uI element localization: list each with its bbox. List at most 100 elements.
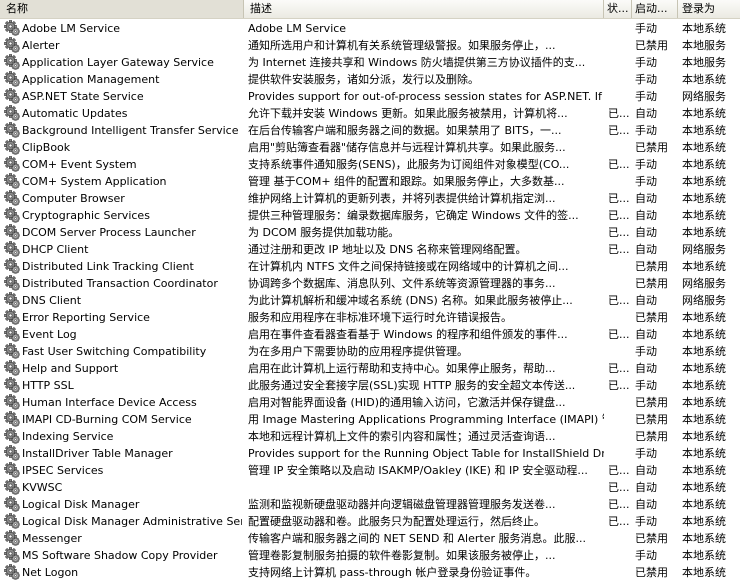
service-startup-type: 自动 — [635, 481, 657, 494]
service-row[interactable]: Messenger 传输客户端和服务器之间的 NET SEND 和 Alerte… — [0, 530, 740, 547]
service-row[interactable]: DNS Client 为此计算机解析和缓冲域名系统 (DNS) 名称。如果此服务… — [0, 292, 740, 309]
service-name-cell: InstallDriver Table Manager — [4, 445, 242, 462]
service-logon-as: 本地系统 — [682, 430, 726, 443]
service-row[interactable]: IMAPI CD-Burning COM Service 用 Image Mas… — [0, 411, 740, 428]
service-row[interactable]: Indexing Service 本地和远程计算机上文件的索引内容和属性；通过灵… — [0, 428, 740, 445]
service-startup-type: 手动 — [635, 56, 657, 69]
service-row[interactable]: COM+ Event System 支持系统事件通知服务(SENS)，此服务为订… — [0, 156, 740, 173]
gear-icon — [4, 530, 20, 546]
service-status: 已... — [608, 464, 630, 477]
gear-icon — [4, 411, 20, 427]
service-name: Logical Disk Manager — [22, 498, 140, 511]
service-row[interactable]: InstallDriver Table Manager Provides sup… — [0, 445, 740, 462]
service-row[interactable]: Computer Browser 维护网络上计算机的更新列表，并将列表提供给计算… — [0, 190, 740, 207]
service-row[interactable]: Logical Disk Manager Administrative Serv… — [0, 513, 740, 530]
gear-icon — [4, 479, 20, 495]
service-row[interactable]: Distributed Link Tracking Client 在计算机内 N… — [0, 258, 740, 275]
service-name-cell: COM+ System Application — [4, 173, 242, 190]
column-header-logon[interactable]: 登录为 — [678, 0, 740, 18]
service-row[interactable]: DHCP Client 通过注册和更改 IP 地址以及 DNS 名称来管理网络配… — [0, 241, 740, 258]
service-logon-as: 本地系统 — [682, 73, 726, 86]
service-name: COM+ System Application — [22, 175, 167, 188]
service-logon-as: 本地系统 — [682, 124, 726, 137]
service-name: Automatic Updates — [22, 107, 128, 120]
service-row[interactable]: HTTP SSL 此服务通过安全套接字层(SSL)实现 HTTP 服务的安全超文… — [0, 377, 740, 394]
service-description: 为此计算机解析和缓冲域名系统 (DNS) 名称。如果此服务被停止... — [248, 294, 573, 307]
service-startup-type: 已禁用 — [635, 532, 668, 545]
gear-icon — [4, 190, 20, 206]
gear-icon — [4, 462, 20, 478]
service-row[interactable]: Adobe LM Service Adobe LM Service 手动 本地系… — [0, 20, 740, 37]
service-logon-as: 本地系统 — [682, 549, 726, 562]
service-row[interactable]: Net Logon 支持网络上计算机 pass-through 帐户登录身份验证… — [0, 564, 740, 581]
gear-icon — [4, 88, 20, 104]
service-row[interactable]: DCOM Server Process Launcher 为 DCOM 服务提供… — [0, 224, 740, 241]
gear-icon — [4, 377, 20, 393]
service-row[interactable]: ClipBook 启用"剪贴簿查看器"储存信息并与远程计算机共享。如果此服务..… — [0, 139, 740, 156]
service-row[interactable]: Logical Disk Manager 监测和监视新硬盘驱动器并向逻辑磁盘管理… — [0, 496, 740, 513]
service-name-cell: Logical Disk Manager — [4, 496, 242, 513]
service-logon-as: 本地系统 — [682, 481, 726, 494]
service-description: Adobe LM Service — [248, 22, 347, 35]
service-description: 允许下载并安装 Windows 更新。如果此服务被禁用，计算机将... — [248, 107, 568, 120]
service-logon-as: 本地服务 — [682, 39, 726, 52]
service-row[interactable]: Automatic Updates 允许下载并安装 Windows 更新。如果此… — [0, 105, 740, 122]
service-row[interactable]: COM+ System Application 管理 基于COM+ 组件的配置和… — [0, 173, 740, 190]
service-row[interactable]: Cryptographic Services 提供三种管理服务：编录数据库服务，… — [0, 207, 740, 224]
service-row[interactable]: MS Software Shadow Copy Provider 管理卷影复制服… — [0, 547, 740, 564]
service-startup-type: 自动 — [635, 362, 657, 375]
service-name-cell: Messenger — [4, 530, 242, 547]
gear-icon — [4, 275, 20, 291]
service-row[interactable]: Human Interface Device Access 启用对智能界面设备 … — [0, 394, 740, 411]
gear-icon — [4, 309, 20, 325]
gear-icon — [4, 71, 20, 87]
service-logon-as: 本地系统 — [682, 498, 726, 511]
service-startup-type: 自动 — [635, 294, 657, 307]
service-row[interactable]: Alerter 通知所选用户和计算机有关系统管理级警报。如果服务停止，... 已… — [0, 37, 740, 54]
services-list-view[interactable]: 名称 描述 状... 启动... 登录为 Adobe LM Service Ad… — [0, 0, 740, 581]
service-description: 支持系统事件通知服务(SENS)，此服务为订阅组件对象模型(CO... — [248, 158, 570, 171]
service-description: 监测和监视新硬盘驱动器并向逻辑磁盘管理器管理服务发送卷... — [248, 498, 556, 511]
service-name-cell: KVWSC — [4, 479, 242, 496]
service-description: 通知所选用户和计算机有关系统管理级警报。如果服务停止，... — [248, 39, 556, 52]
service-row[interactable]: Event Log 启用在事件查看器查看基于 Windows 的程序和组件颁发的… — [0, 326, 740, 343]
service-name-cell: IMAPI CD-Burning COM Service — [4, 411, 242, 428]
service-startup-type: 自动 — [635, 243, 657, 256]
service-row[interactable]: KVWSC 已... 自动 本地系统 — [0, 479, 740, 496]
column-header-description[interactable]: 描述 — [244, 0, 604, 18]
service-row[interactable]: Distributed Transaction Coordinator 协调跨多… — [0, 275, 740, 292]
service-status — [608, 275, 632, 292]
service-row[interactable]: Application Management 提供软件安装服务，诸如分派，发行以… — [0, 71, 740, 88]
column-header-status[interactable]: 状... — [604, 0, 632, 18]
column-header-startup[interactable]: 启动... — [632, 0, 678, 18]
service-row[interactable]: Application Layer Gateway Service 为 Inte… — [0, 54, 740, 71]
service-name-cell: DHCP Client — [4, 241, 242, 258]
service-description: 传输客户端和服务器之间的 NET SEND 和 Alerter 服务消息。此服.… — [248, 532, 586, 545]
service-status — [608, 411, 632, 428]
service-description: 本地和远程计算机上文件的索引内容和属性；通过灵活查询语... — [248, 430, 556, 443]
service-description: 启用在事件查看器查看基于 Windows 的程序和组件颁发的事件... — [248, 328, 568, 341]
service-row[interactable]: Help and Support 启用在此计算机上运行帮助和支持中心。如果停止服… — [0, 360, 740, 377]
service-name-cell: IPSEC Services — [4, 462, 242, 479]
service-description: 用 Image Mastering Applications Programmi… — [248, 413, 604, 426]
gear-icon — [4, 258, 20, 274]
service-name: Distributed Link Tracking Client — [22, 260, 194, 273]
service-startup-type: 已禁用 — [635, 311, 668, 324]
gear-icon — [4, 139, 20, 155]
service-row[interactable]: IPSEC Services 管理 IP 安全策略以及启动 ISAKMP/Oak… — [0, 462, 740, 479]
service-row[interactable]: Background Intelligent Transfer Service … — [0, 122, 740, 139]
service-row[interactable]: Fast User Switching Compatibility 为在多用户下… — [0, 343, 740, 360]
service-startup-type: 手动 — [635, 447, 657, 460]
service-description: 在计算机内 NTFS 文件之间保持链接或在网络域中的计算机之间... — [248, 260, 569, 273]
service-status — [608, 88, 632, 105]
service-status — [608, 530, 632, 547]
service-row[interactable]: ASP.NET State Service Provides support f… — [0, 88, 740, 105]
service-name-cell: MS Software Shadow Copy Provider — [4, 547, 242, 564]
service-name: ASP.NET State Service — [22, 90, 144, 103]
column-header-name[interactable]: 名称 — [0, 0, 244, 18]
service-name-cell: Alerter — [4, 37, 242, 54]
service-row[interactable]: Error Reporting Service 服务和应用程序在非标准环境下运行… — [0, 309, 740, 326]
service-startup-type: 已禁用 — [635, 413, 668, 426]
service-name-cell: Automatic Updates — [4, 105, 242, 122]
service-description: 通过注册和更改 IP 地址以及 DNS 名称来管理网络配置。 — [248, 243, 527, 256]
